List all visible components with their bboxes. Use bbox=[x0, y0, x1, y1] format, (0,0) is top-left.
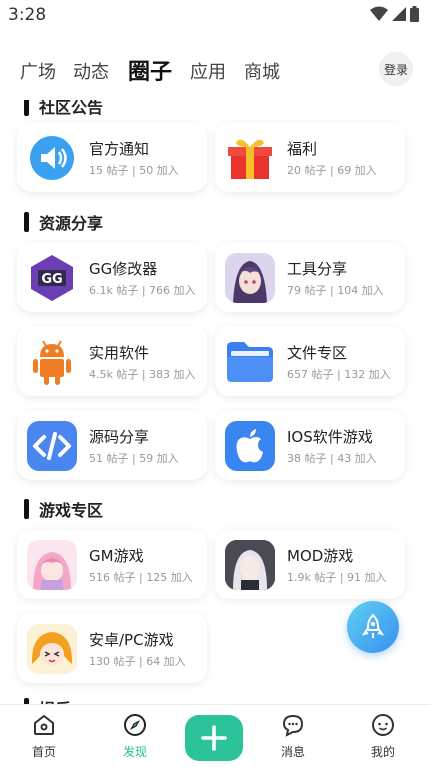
circle-card-ios[interactable]: IOS软件游戏 38 帖子 | 43 加入 bbox=[215, 410, 405, 480]
gift-icon bbox=[225, 133, 275, 183]
circle-stats: 1.9k 帖子 | 91 加入 bbox=[287, 571, 387, 584]
nav-label: 消息 bbox=[280, 745, 305, 759]
circle-name: 工具分享 bbox=[287, 260, 348, 278]
circle-card-software[interactable]: 实用软件 4.5k 帖子 | 383 加入 bbox=[17, 326, 207, 396]
system-icons bbox=[370, 6, 419, 22]
plus-icon bbox=[201, 725, 227, 751]
tab-apps[interactable]: 应用 bbox=[190, 58, 226, 84]
rocket-fab-button[interactable] bbox=[347, 601, 399, 653]
circle-stats: 6.1k 帖子 | 766 加入 bbox=[89, 284, 196, 297]
nav-label: 我的 bbox=[370, 745, 395, 759]
circle-stats: 4.5k 帖子 | 383 加入 bbox=[89, 368, 196, 381]
circle-name: 实用软件 bbox=[89, 344, 150, 362]
circle-card-tools[interactable]: 工具分享 79 帖子 | 104 加入 bbox=[215, 242, 405, 312]
circle-name: 源码分享 bbox=[89, 428, 150, 446]
nav-profile[interactable]: 我的 bbox=[353, 713, 413, 760]
circle-name: 文件专区 bbox=[287, 344, 348, 362]
circle-card-mod[interactable]: MOD游戏 1.9k 帖子 | 91 加入 bbox=[215, 529, 405, 599]
tab-square[interactable]: 广场 bbox=[20, 58, 56, 84]
code-icon bbox=[27, 421, 77, 471]
circle-stats: 79 帖子 | 104 加入 bbox=[287, 284, 384, 297]
nav-home[interactable]: 首页 bbox=[14, 713, 74, 760]
anime-avatar-icon bbox=[27, 624, 77, 674]
circle-stats: 38 帖子 | 43 加入 bbox=[287, 452, 377, 465]
circle-name: MOD游戏 bbox=[287, 547, 354, 565]
section-header-games: 游戏专区 bbox=[24, 497, 103, 521]
nav-label: 发现 bbox=[122, 745, 147, 759]
apple-icon bbox=[225, 421, 275, 471]
gg-logo-icon: GG bbox=[27, 253, 77, 303]
tab-store[interactable]: 商城 bbox=[244, 58, 280, 84]
message-icon bbox=[282, 714, 304, 737]
circle-card-pc[interactable]: 安卓/PC游戏 130 帖子 | 64 加入 bbox=[17, 613, 207, 683]
compass-icon bbox=[124, 714, 146, 736]
login-button[interactable]: 登录 bbox=[379, 52, 413, 86]
home-icon bbox=[34, 714, 54, 735]
circle-card-files[interactable]: 文件专区 657 帖子 | 132 加入 bbox=[215, 326, 405, 396]
circle-card-source[interactable]: 源码分享 51 帖子 | 59 加入 bbox=[17, 410, 207, 480]
section-title: 娱乐 bbox=[39, 696, 71, 704]
folder-icon bbox=[225, 337, 275, 387]
battery-icon bbox=[410, 6, 419, 22]
signal-icon bbox=[392, 7, 406, 21]
anime-avatar-icon bbox=[27, 540, 77, 590]
circle-stats: 130 帖子 | 64 加入 bbox=[89, 655, 186, 668]
top-tab-bar: 广场 动态 圈子 应用 商城 登录 bbox=[0, 48, 431, 92]
anime-avatar-icon bbox=[225, 540, 275, 590]
circle-card-welfare[interactable]: 福利 20 帖子 | 69 加入 bbox=[215, 122, 405, 192]
section-title: 社区公告 bbox=[39, 100, 104, 117]
circle-card-official[interactable]: 官方通知 15 帖子 | 50 加入 bbox=[17, 122, 207, 192]
section-header-resources: 资源分享 bbox=[24, 210, 103, 234]
speaker-icon bbox=[27, 133, 77, 183]
android-icon bbox=[27, 337, 77, 387]
section-title: 游戏专区 bbox=[39, 501, 104, 520]
wifi-icon bbox=[370, 6, 388, 21]
circle-name: GM游戏 bbox=[89, 547, 144, 565]
circle-stats: 15 帖子 | 50 加入 bbox=[89, 164, 179, 177]
nav-discover[interactable]: 发现 bbox=[105, 713, 165, 760]
section-header-entertainment: 娱乐 bbox=[24, 696, 71, 704]
rocket-icon bbox=[362, 614, 384, 638]
circle-name: 官方通知 bbox=[89, 140, 150, 158]
svg-text:GG: GG bbox=[41, 272, 62, 287]
add-post-button[interactable] bbox=[185, 715, 243, 761]
anime-avatar-icon bbox=[225, 253, 275, 303]
nav-messages[interactable]: 消息 bbox=[263, 713, 323, 760]
circle-stats: 657 帖子 | 132 加入 bbox=[287, 368, 391, 381]
circle-name: GG修改器 bbox=[89, 260, 158, 278]
bottom-nav: 首页 发现 消息 我的 bbox=[0, 704, 431, 767]
circle-stats: 516 帖子 | 125 加入 bbox=[89, 571, 193, 584]
circle-card-gg[interactable]: GG GG修改器 6.1k 帖子 | 766 加入 bbox=[17, 242, 207, 312]
face-icon bbox=[372, 714, 394, 736]
tab-dynamic[interactable]: 动态 bbox=[73, 58, 109, 84]
circle-name: IOS软件游戏 bbox=[287, 428, 373, 446]
circle-name: 福利 bbox=[287, 140, 318, 158]
circle-stats: 20 帖子 | 69 加入 bbox=[287, 164, 377, 177]
circle-stats: 51 帖子 | 59 加入 bbox=[89, 452, 179, 465]
section-title: 资源分享 bbox=[39, 214, 104, 233]
circle-name: 安卓/PC游戏 bbox=[89, 631, 174, 649]
nav-label: 首页 bbox=[31, 745, 56, 759]
tab-circle[interactable]: 圈子 bbox=[128, 54, 172, 86]
section-header-notice: 社区公告 bbox=[24, 100, 103, 118]
circle-card-gm[interactable]: GM游戏 516 帖子 | 125 加入 bbox=[17, 529, 207, 599]
status-bar: 3:28 bbox=[0, 0, 431, 30]
status-time: 3:28 bbox=[8, 5, 47, 25]
